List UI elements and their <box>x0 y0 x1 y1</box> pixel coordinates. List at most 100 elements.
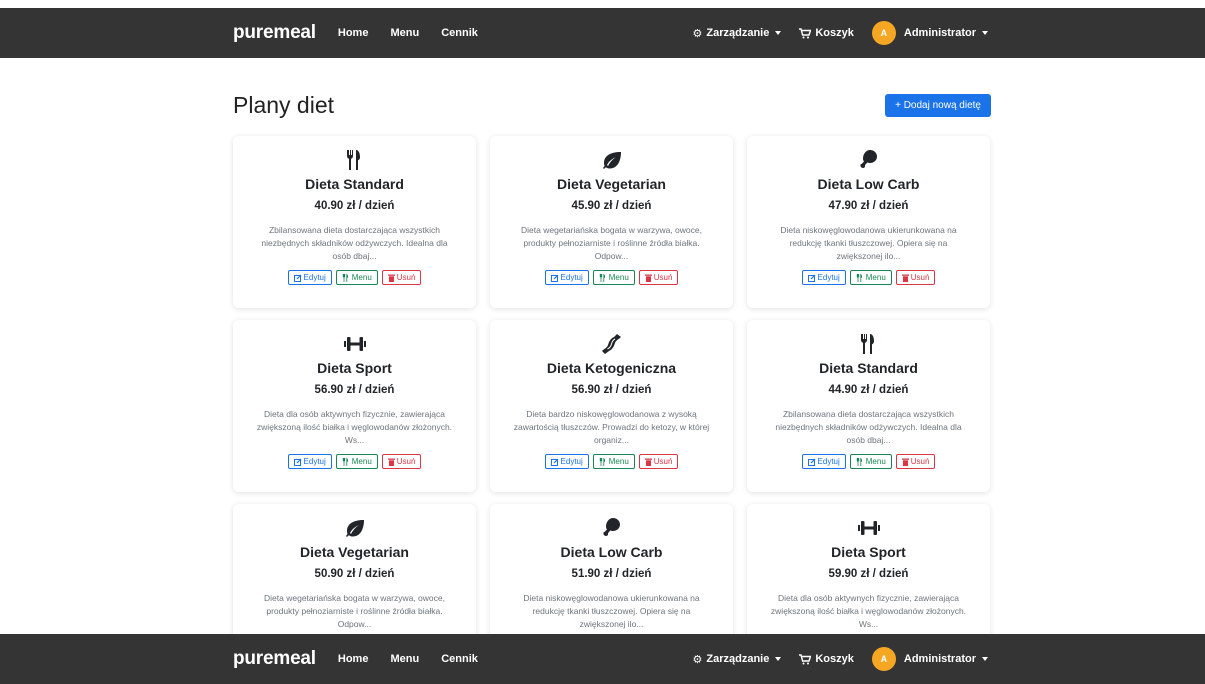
bacon-icon <box>490 334 733 354</box>
cart-link[interactable]: Koszyk <box>799 27 854 39</box>
gear-icon: ⚙ <box>692 653 703 666</box>
delete-button[interactable]: Usuń <box>638 454 679 469</box>
menu-button[interactable]: Menu <box>335 454 378 469</box>
diet-price: 56.90 zł / dzień <box>571 384 652 396</box>
dumbbell-icon <box>747 518 990 538</box>
management-label: Zarządzanie <box>706 653 770 665</box>
trash-icon <box>644 274 652 282</box>
menu-button[interactable]: Menu <box>335 270 378 285</box>
menu-button[interactable]: Menu <box>592 270 635 285</box>
edit-label: Edytuj <box>560 273 583 282</box>
diet-description: Dieta dla osób aktywnych fizycznie, zawi… <box>256 409 453 445</box>
user-dropdown[interactable]: A Administrator <box>871 21 988 45</box>
menu-button[interactable]: Menu <box>849 454 892 469</box>
trash-icon <box>901 458 909 466</box>
edit-button[interactable]: Edytuj <box>544 454 589 469</box>
gear-icon: ⚙ <box>692 27 703 40</box>
diet-description: Dieta wegetariańska bogata w warzywa, ow… <box>264 593 445 629</box>
edit-label: Edytuj <box>560 457 583 466</box>
edit-icon <box>807 458 815 466</box>
diet-description: Dieta dla osób aktywnych fizycznie, zawi… <box>770 593 967 629</box>
edit-button[interactable]: Edytuj <box>801 454 846 469</box>
diet-description: Dieta bardzo niskowęglowodanowa z wysoką… <box>513 409 710 445</box>
diet-price: 45.90 zł / dzień <box>571 200 652 212</box>
diet-description: Dieta wegetariańska bogata w warzywa, ow… <box>521 225 702 261</box>
cart-link[interactable]: Koszyk <box>799 653 854 665</box>
delete-button[interactable]: Usuń <box>638 270 679 285</box>
delete-label: Usuń <box>910 457 930 466</box>
user-label: Administrator <box>903 653 976 665</box>
utensils-icon <box>599 273 605 282</box>
delete-label: Usuń <box>396 457 416 466</box>
utensils-icon <box>747 334 990 354</box>
diet-description: Dieta niskowęglowodanowa ukierunkowana n… <box>780 225 957 261</box>
user-dropdown[interactable]: A Administrator <box>871 647 988 671</box>
brand-logo[interactable]: puremeal <box>233 22 316 44</box>
delete-label: Usuń <box>910 273 930 282</box>
management-dropdown[interactable]: ⚙ Zarządzanie <box>693 653 782 666</box>
trash-icon <box>387 274 395 282</box>
diet-name: Dieta Standard <box>305 176 404 192</box>
nav-link-menu[interactable]: Menu <box>390 653 419 665</box>
bottom-navbar: puremeal Home Menu Cennik ⚙ Zarządzanie … <box>0 634 1205 684</box>
diet-description: Zbilansowana dieta dostarczająca wszystk… <box>775 409 962 445</box>
nav-link-home[interactable]: Home <box>338 653 369 665</box>
caret-down-icon <box>982 31 988 35</box>
edit-label: Edytuj <box>817 457 840 466</box>
delete-button[interactable]: Usuń <box>381 270 422 285</box>
diet-card: Dieta Standard 44.90 zł / dzień Zbilansowa… <box>747 320 990 492</box>
menu-button[interactable]: Menu <box>849 270 892 285</box>
diet-card: Dieta Ketogeniczna 56.90 zł / dzień Dieta … <box>490 320 733 492</box>
utensils-icon <box>342 273 348 282</box>
edit-icon <box>550 274 558 282</box>
diet-price: 44.90 zł / dzień <box>828 384 909 396</box>
page-title: Plany diet <box>233 91 335 118</box>
diet-price: 51.90 zł / dzień <box>571 568 652 580</box>
leaf-icon <box>490 150 733 170</box>
page-header: Plany diet + Dodaj nową dietę <box>233 90 991 120</box>
delete-button[interactable]: Usuń <box>381 454 422 469</box>
edit-button[interactable]: Edytuj <box>801 270 846 285</box>
delete-label: Usuń <box>653 273 673 282</box>
user-label: Administrator <box>903 27 976 39</box>
edit-button[interactable]: Edytuj <box>287 454 332 469</box>
diet-price: 47.90 zł / dzień <box>828 200 909 212</box>
delete-button[interactable]: Usuń <box>895 454 936 469</box>
diet-card: Dieta Vegetarian 45.90 zł / dzień Dieta we… <box>490 136 733 308</box>
management-dropdown[interactable]: ⚙ Zarządzanie <box>693 27 782 40</box>
diet-price: 50.90 zł / dzień <box>314 568 395 580</box>
card-actions: Edytuj Menu Usuń <box>233 454 476 469</box>
top-navbar: puremeal Home Menu Cennik ⚙ Zarządzanie … <box>0 8 1205 58</box>
caret-down-icon <box>775 31 782 35</box>
nav-link-home[interactable]: Home <box>338 27 369 39</box>
utensils-icon <box>342 457 348 466</box>
delete-button[interactable]: Usuń <box>895 270 936 285</box>
drumstick-icon <box>747 150 990 170</box>
edit-button[interactable]: Edytuj <box>544 270 589 285</box>
diet-name: Dieta Vegetarian <box>300 544 409 560</box>
delete-label: Usuń <box>653 457 673 466</box>
diet-price: 56.90 zł / dzień <box>314 384 395 396</box>
cart-label: Koszyk <box>815 653 854 665</box>
card-actions: Edytuj Menu Usuń <box>233 270 476 285</box>
edit-icon <box>293 274 301 282</box>
nav-link-cennik[interactable]: Cennik <box>441 27 478 39</box>
nav-link-cennik[interactable]: Cennik <box>441 653 478 665</box>
diet-card: Dieta Sport 56.90 zł / dzień Dieta dla osó… <box>233 320 476 492</box>
edit-label: Edytuj <box>303 457 326 466</box>
add-diet-button[interactable]: + Dodaj nową dietę <box>885 93 991 117</box>
utensils-icon <box>856 273 862 282</box>
utensils-icon <box>599 457 605 466</box>
brand-logo[interactable]: puremeal <box>233 648 316 670</box>
edit-button[interactable]: Edytuj <box>287 270 332 285</box>
diet-name: Dieta Ketogeniczna <box>546 360 677 376</box>
avatar: A <box>871 647 896 671</box>
delete-label: Usuń <box>396 273 416 282</box>
card-actions: Edytuj Menu Usuń <box>747 454 990 469</box>
diet-name: Dieta Sport <box>317 360 392 376</box>
menu-label: Menu <box>351 273 372 282</box>
diet-description: Dieta niskowęglowodanowa ukierunkowana n… <box>523 593 700 629</box>
menu-button[interactable]: Menu <box>592 454 635 469</box>
diet-price: 40.90 zł / dzień <box>314 200 395 212</box>
nav-link-menu[interactable]: Menu <box>390 27 419 39</box>
